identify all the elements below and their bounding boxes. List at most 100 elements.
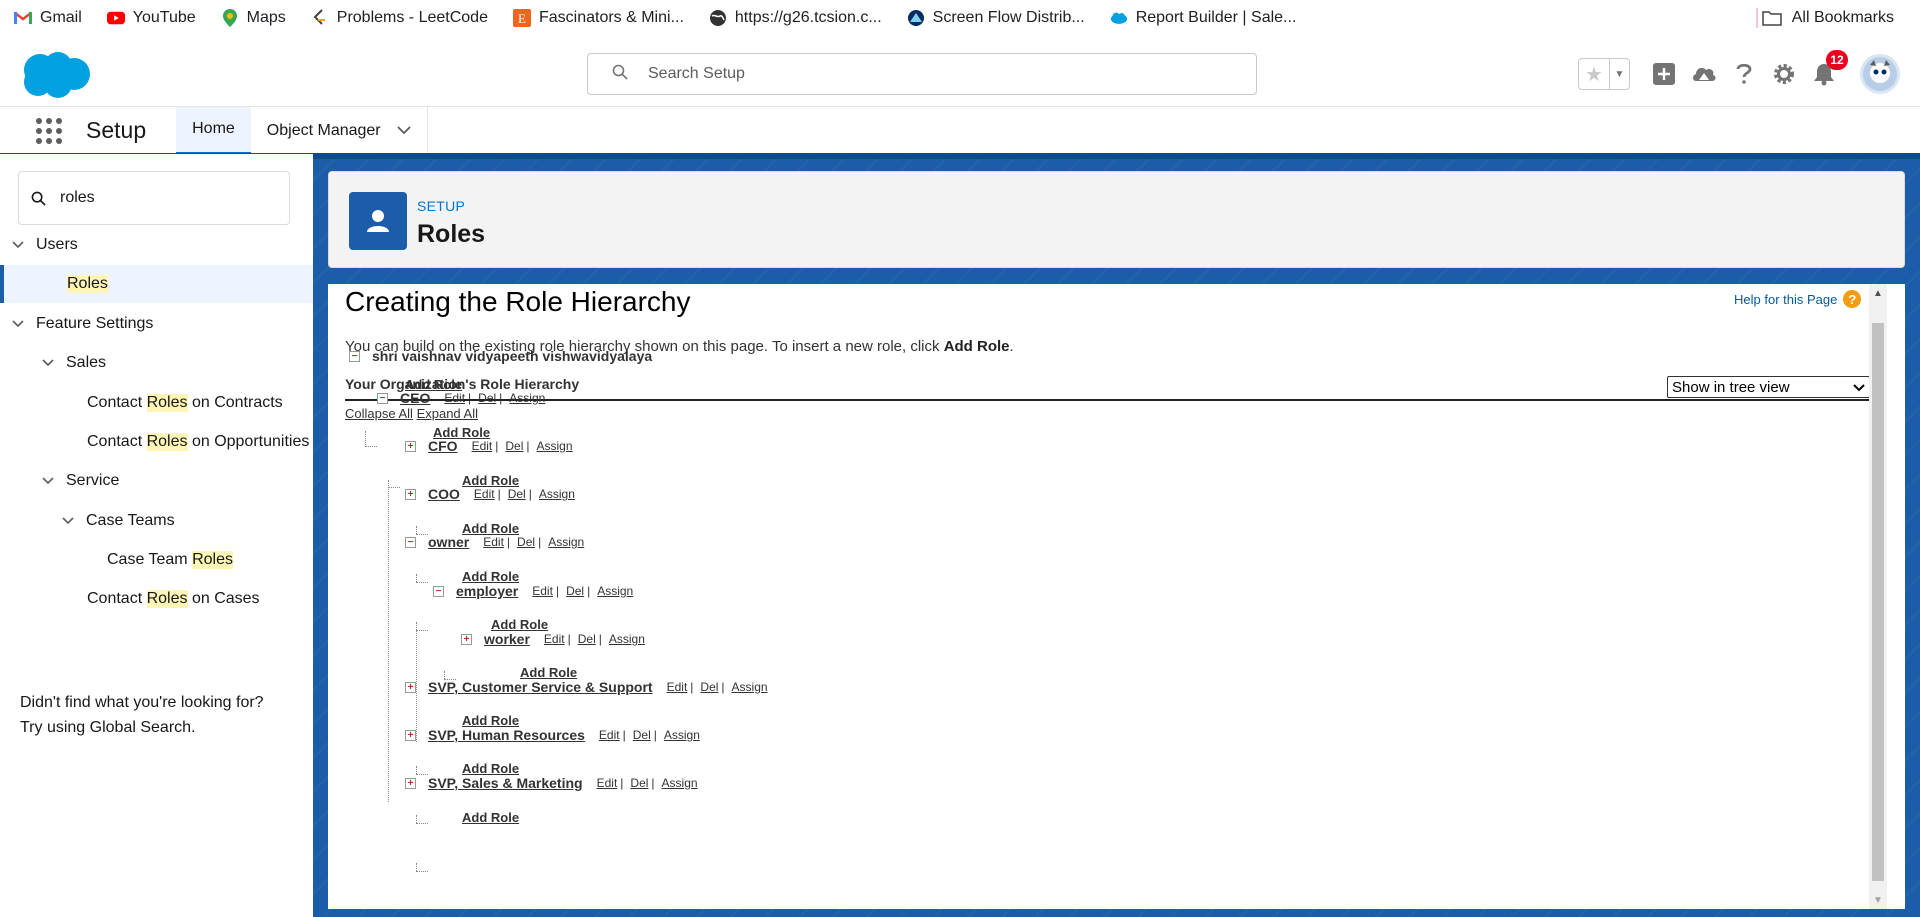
expand-toggle-icon[interactable]: + — [405, 729, 416, 741]
sidebar-item-users[interactable]: Users — [0, 226, 313, 264]
chevron-down-icon[interactable] — [8, 320, 28, 328]
delete-link[interactable]: Del — [630, 776, 648, 790]
salesforce-logo[interactable] — [18, 50, 92, 105]
expand-toggle-icon[interactable]: + — [405, 440, 416, 452]
expand-toggle-icon[interactable]: + — [405, 777, 416, 789]
app-launcher-icon[interactable] — [36, 117, 64, 145]
notifications-button[interactable]: 12 — [1810, 50, 1848, 88]
trailhead-button[interactable] — [1690, 60, 1718, 88]
bookmark-youtube[interactable]: YouTube — [106, 9, 196, 27]
role-name-link[interactable]: COO — [428, 486, 460, 502]
chevron-down-icon[interactable] — [58, 517, 78, 525]
role-name-link[interactable]: worker — [484, 631, 530, 647]
tab-home[interactable]: Home — [176, 106, 251, 155]
vertical-scrollbar[interactable]: ▲ ▼ — [1869, 284, 1887, 909]
expand-toggle-icon[interactable]: + — [405, 488, 416, 500]
chevron-down-icon[interactable] — [38, 477, 58, 485]
bookmark-maps[interactable]: Maps — [221, 9, 286, 27]
assign-link[interactable]: Assign — [662, 776, 698, 790]
add-role-link[interactable]: Add Role — [462, 810, 519, 825]
bookmark-etsy[interactable]: E Fascinators & Mini... — [512, 9, 684, 27]
help-for-page-link[interactable]: Help for this Page ? — [1734, 290, 1862, 308]
delete-link[interactable]: Del — [508, 487, 526, 501]
assign-link[interactable]: Assign — [609, 632, 645, 646]
add-role-link[interactable]: Add Role — [462, 569, 519, 584]
bookmark-leetcode[interactable]: Problems - LeetCode — [311, 9, 488, 27]
role-name-link[interactable]: SVP, Customer Service & Support — [428, 679, 653, 695]
sidebar-item-contact-roles-cases[interactable]: Contact Roles on Cases — [0, 580, 313, 618]
bookmark-report-builder[interactable]: Report Builder | Sale... — [1110, 9, 1296, 27]
user-avatar[interactable] — [1860, 54, 1900, 94]
assign-link[interactable]: Assign — [597, 584, 633, 598]
sidebar-item-contact-roles-opportunities[interactable]: Contact Roles on Opportunities — [0, 423, 313, 461]
sidebar-item-contact-roles-contracts[interactable]: Contact Roles on Contracts — [0, 384, 313, 422]
chevron-down-icon[interactable] — [38, 359, 58, 367]
sidebar-item-feature-settings[interactable]: Feature Settings — [0, 305, 313, 343]
edit-link[interactable]: Edit — [597, 776, 618, 790]
delete-link[interactable]: Del — [578, 632, 596, 646]
role-name-link[interactable]: CFO — [428, 438, 458, 454]
tab-object-manager[interactable]: Object Manager — [251, 107, 427, 155]
role-name-link[interactable]: employer — [456, 583, 518, 599]
edit-link[interactable]: Edit — [532, 584, 553, 598]
collapse-toggle-icon[interactable]: − — [433, 585, 444, 597]
collapse-toggle-icon[interactable]: − — [377, 392, 388, 404]
global-actions-button[interactable] — [1650, 60, 1678, 88]
scrollbar-thumb[interactable] — [1872, 323, 1884, 881]
scroll-down-arrow-icon[interactable]: ▼ — [1869, 891, 1887, 909]
sidebar-item-sales[interactable]: Sales — [0, 344, 313, 382]
delete-link[interactable]: Del — [478, 391, 496, 405]
delete-link[interactable]: Del — [517, 535, 535, 549]
collapse-toggle-icon[interactable]: − — [405, 536, 416, 548]
edit-link[interactable]: Edit — [667, 680, 688, 694]
assign-link[interactable]: Assign — [537, 439, 573, 453]
add-role-link[interactable]: Add Role — [491, 617, 548, 632]
assign-link[interactable]: Assign — [539, 487, 575, 501]
setup-search-input[interactable]: Search Setup — [587, 53, 1257, 95]
quick-find-input[interactable]: roles — [18, 171, 290, 225]
role-name-link[interactable]: CEO — [400, 390, 430, 406]
all-bookmarks[interactable]: All Bookmarks — [1762, 0, 1894, 36]
sidebar-item-roles[interactable]: Roles — [0, 265, 313, 303]
assign-link[interactable]: Assign — [732, 680, 768, 694]
edit-link[interactable]: Edit — [544, 632, 565, 646]
delete-link[interactable]: Del — [505, 439, 523, 453]
sidebar-item-case-team-roles[interactable]: Case Team Roles — [0, 541, 313, 579]
edit-link[interactable]: Edit — [474, 487, 495, 501]
collapse-all-link[interactable]: Collapse All — [345, 406, 413, 421]
assign-link[interactable]: Assign — [548, 535, 584, 549]
role-name-link[interactable]: SVP, Sales & Marketing — [428, 775, 583, 791]
help-button[interactable] — [1730, 60, 1758, 88]
add-role-link[interactable]: Add Role — [462, 761, 519, 776]
chevron-down-icon[interactable] — [8, 241, 28, 249]
delete-link[interactable]: Del — [566, 584, 584, 598]
delete-link[interactable]: Del — [633, 728, 651, 742]
bookmark-tcsion[interactable]: https://g26.tcsion.c... — [709, 9, 882, 27]
edit-link[interactable]: Edit — [599, 728, 620, 742]
sidebar-item-case-teams[interactable]: Case Teams — [0, 502, 313, 540]
expand-all-link[interactable]: Expand All — [417, 406, 478, 421]
expand-toggle-icon[interactable]: + — [461, 633, 472, 645]
bookmark-gmail[interactable]: Gmail — [14, 9, 82, 27]
bookmark-screen-flow[interactable]: Screen Flow Distrib... — [907, 9, 1085, 27]
assign-link[interactable]: Assign — [509, 391, 545, 405]
view-mode-select[interactable]: Show in tree view — [1667, 376, 1870, 398]
expand-toggle-icon[interactable]: + — [405, 681, 416, 693]
assign-link[interactable]: Assign — [664, 728, 700, 742]
delete-link[interactable]: Del — [700, 680, 718, 694]
edit-link[interactable]: Edit — [472, 439, 493, 453]
edit-link[interactable]: Edit — [483, 535, 504, 549]
chevron-down-icon[interactable]: ▼ — [1609, 59, 1629, 89]
sidebar-item-service[interactable]: Service — [0, 462, 313, 500]
add-role-link[interactable]: Add Role — [520, 665, 577, 680]
chevron-down-icon[interactable] — [397, 122, 411, 140]
role-name-link[interactable]: SVP, Human Resources — [428, 727, 585, 743]
scroll-up-arrow-icon[interactable]: ▲ — [1869, 284, 1887, 302]
edit-link[interactable]: Edit — [444, 391, 465, 405]
collapse-toggle-icon[interactable]: − — [349, 350, 360, 362]
settings-button[interactable] — [1770, 60, 1798, 88]
role-name-link[interactable]: owner — [428, 534, 469, 550]
add-role-link[interactable]: Add Role — [462, 713, 519, 728]
global-search-hint[interactable]: Try using Global Search. — [20, 715, 264, 740]
favorites-button[interactable]: ★ ▼ — [1578, 58, 1630, 90]
